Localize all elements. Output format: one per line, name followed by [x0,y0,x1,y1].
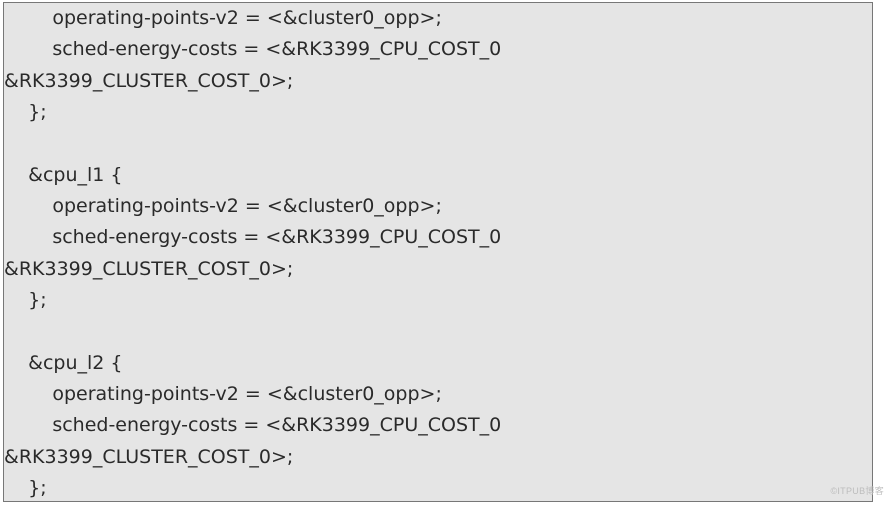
code-block: operating-points-v2 = <&cluster0_opp>; s… [3,2,873,502]
code-line: }; [4,289,47,311]
code-line: &cpu_l1 { [4,164,123,186]
code-line: &RK3399_CLUSTER_COST_0>; [4,70,293,92]
code-line: operating-points-v2 = <&cluster0_opp>; [4,7,442,29]
code-line: &RK3399_CLUSTER_COST_0>; [4,446,293,468]
watermark: ©ITPUB博客 [830,484,884,497]
code-line: }; [4,477,47,499]
code-line: sched-energy-costs = <&RK3399_CPU_COST_0 [4,38,501,60]
code-line: &RK3399_CLUSTER_COST_0>; [4,258,293,280]
code-line: operating-points-v2 = <&cluster0_opp>; [4,195,442,217]
code-line: operating-points-v2 = <&cluster0_opp>; [4,383,442,405]
code-line: sched-energy-costs = <&RK3399_CPU_COST_0 [4,414,501,436]
code-line: sched-energy-costs = <&RK3399_CPU_COST_0 [4,226,501,248]
code-line: &cpu_l2 { [4,352,123,374]
code-line: }; [4,101,47,123]
